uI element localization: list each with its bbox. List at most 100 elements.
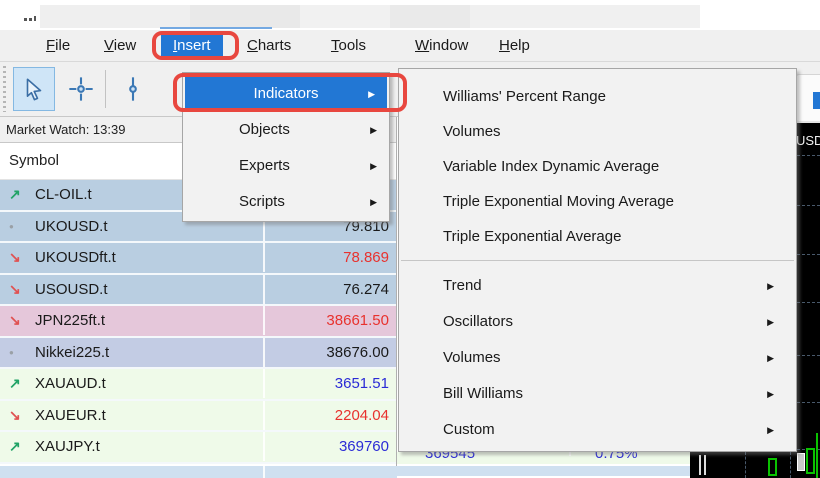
trend-up-icon: ↗ [9,186,21,202]
bid-price: 38676.00 [263,337,394,367]
trend-flat-icon: ● [9,221,14,231]
toolbar-separator [105,70,106,108]
cursor-tool-button[interactable] [13,67,55,111]
bid-price: 76.274 [263,274,394,304]
category-label: Bill Williams [443,385,523,402]
menu-item-objects[interactable]: Objects ▶ [183,112,389,148]
active-tab-underline [160,27,272,29]
bid-price: 3651.51 [263,369,394,398]
symbol-name: Nikkei225.t [35,343,110,361]
annotation-highlight-insert [152,31,239,60]
submenu-arrow-icon: ▶ [767,389,774,399]
table-row[interactable]: ↘ JPN225ft.t 38661.50 [0,306,396,338]
category-label: Trend [443,277,482,294]
bid-price: 369760 [263,432,394,461]
table-row[interactable]: ↘ XAUEUR.t 2204.04 [0,400,396,432]
vertical-line-icon [129,77,137,101]
trend-down-icon: ↘ [9,312,21,328]
cursor-icon [26,78,42,101]
bid-price: 2204.04 [263,400,394,430]
menu-help[interactable]: Help [499,30,530,62]
partial-row [0,466,397,478]
menu-window[interactable]: Window [415,30,468,62]
submenu-category-custom[interactable]: Custom ▶ [399,412,796,448]
menu-item-experts[interactable]: Experts ▶ [183,148,389,184]
submenu-item-triple-exponential-average[interactable]: Triple Exponential Average [399,219,796,254]
submenu-arrow-icon: ▶ [370,161,377,171]
clipped-change-value: 0.75% [595,452,638,462]
menu-item-label: Scripts [239,193,285,210]
menu-charts[interactable]: Charts [247,30,291,62]
toolbar-grip[interactable] [3,66,6,112]
symbol-name: CL-OIL.t [35,186,92,203]
symbol-name: UKOUSDft.t [35,249,116,266]
submenu-item-variable-index-dynamic-average[interactable]: Variable Index Dynamic Average [399,149,796,184]
vertical-line-tool-button[interactable] [112,67,154,111]
bid-price: 78.869 [263,243,394,272]
trend-flat-icon: ● [9,347,14,357]
menu-tools[interactable]: Tools [331,30,366,62]
bid-price: 38661.50 [263,306,394,335]
symbol-name: USOUSD.t [35,280,108,298]
table-row[interactable]: ● Nikkei225.t 38676.00 [0,337,396,369]
submenu-arrow-icon: ▶ [767,353,774,363]
submenu-category-trend[interactable]: Trend ▶ [399,268,796,304]
toolbar-right-button-partial[interactable] [795,74,820,122]
trend-down-icon: ↘ [9,406,21,423]
clipped-partial-row [397,466,690,476]
table-row[interactable]: ↗ XAUJPY.t 369760 [0,432,396,464]
submenu-arrow-icon: ▶ [370,125,377,135]
submenu-category-bill-williams[interactable]: Bill Williams ▶ [399,376,796,412]
clipped-ask-value: 369545 [425,452,476,462]
table-row[interactable]: ↘ USOUSD.t 76.274 [0,274,396,306]
category-label: Oscillators [443,313,514,330]
menu-item-label: Objects [239,121,290,138]
faded-tab [190,5,300,28]
crosshair-tool-button[interactable] [60,67,102,111]
candlestick [806,448,815,474]
submenu-category-oscillators[interactable]: Oscillators ▶ [399,304,796,340]
crosshair-icon [69,77,93,101]
submenu-arrow-icon: ▶ [767,317,774,327]
chart-area[interactable]: USD [797,121,820,478]
symbol-name: UKOUSD.t [35,217,108,235]
submenu-arrow-icon: ▶ [767,425,774,435]
symbol-name: XAUJPY.t [35,438,100,455]
category-label: Custom [443,421,495,438]
symbol-name: JPN225ft.t [35,312,106,329]
trend-up-icon: ↗ [9,375,21,391]
menu-view[interactable]: View [104,30,136,62]
chart-symbol-label: USD [797,133,820,148]
category-label: Volumes [443,349,501,366]
title-strip [0,0,820,30]
menu-file[interactable]: File [46,30,70,62]
submenu-item-williams-percent-range[interactable]: Williams' Percent Range [399,79,796,114]
submenu-item-volumes[interactable]: Volumes [399,114,796,149]
candlestick-partial [768,458,777,476]
annotation-highlight-indicators [173,73,407,112]
menu-bar: File View Insert Charts Tools Window Hel… [0,30,820,86]
title-fragment [24,16,38,22]
indicators-submenu: Williams' Percent Range Volumes Variable… [398,68,797,452]
column-divider [569,452,571,456]
submenu-arrow-icon: ▶ [767,281,774,291]
table-row[interactable]: ↗ XAUAUD.t 3651.51 [0,369,396,401]
faded-tab [390,5,470,28]
menu-item-label: Experts [239,157,290,174]
submenu-category-volumes[interactable]: Volumes ▶ [399,340,796,376]
symbol-list: ↗ CL-OIL.t ● UKOUSD.t 79.810 ↘ UKOUSDft.… [0,180,396,464]
candlestick [797,453,805,471]
chart-corner [690,452,797,478]
trend-down-icon: ↘ [9,249,21,265]
trend-down-icon: ↘ [9,280,21,297]
symbol-name: XAUAUD.t [35,375,106,392]
menu-separator [401,260,794,261]
submenu-arrow-icon: ▶ [370,197,377,207]
trend-up-icon: ↗ [9,438,21,454]
faded-tab [470,5,700,28]
faded-tab [300,5,390,28]
menu-item-scripts[interactable]: Scripts ▶ [183,184,389,220]
table-row[interactable]: ↘ UKOUSDft.t 78.869 [0,243,396,275]
clipped-row-extension: 369545 0.75% [397,452,690,464]
submenu-item-triple-exponential-moving-average[interactable]: Triple Exponential Moving Average [399,184,796,219]
